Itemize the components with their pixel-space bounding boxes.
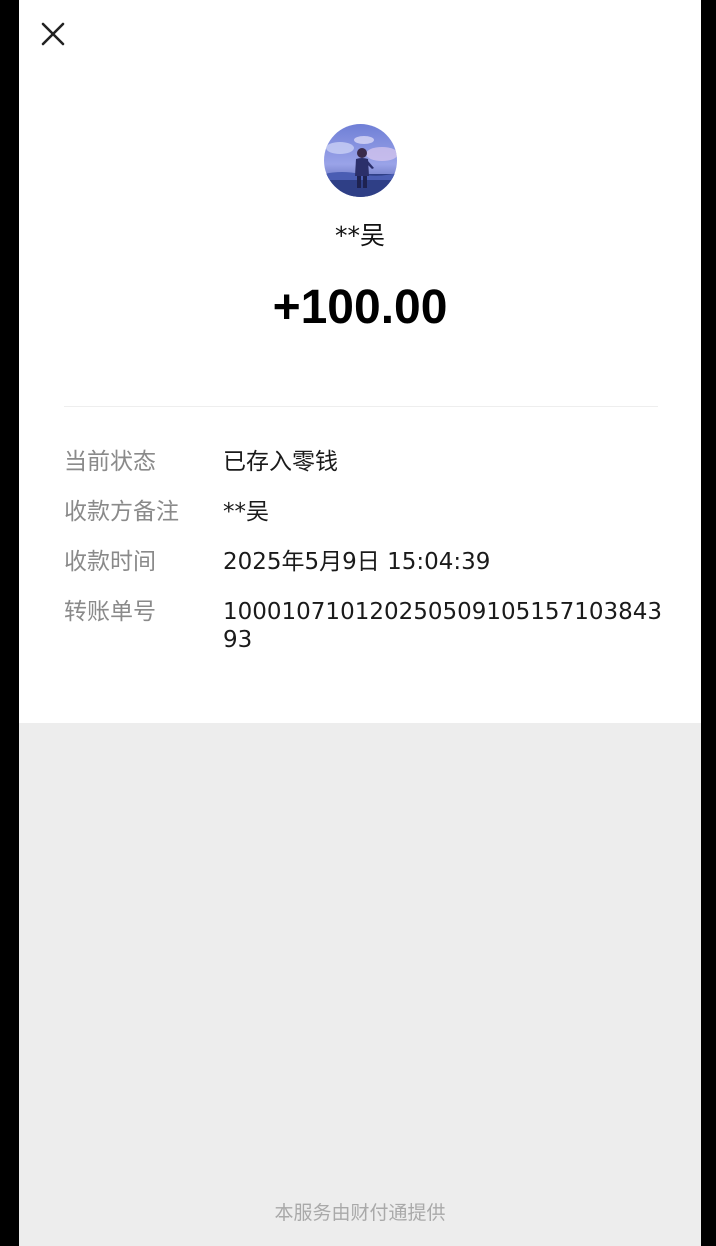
detail-value: **吴: [223, 499, 269, 525]
transfer-amount: +100.00: [272, 281, 448, 334]
detail-value: 已存入零钱: [223, 449, 338, 475]
service-provider-note: 本服务由财付通提供: [274, 1202, 446, 1224]
detail-label: 收款方备注: [64, 499, 179, 525]
detail-label: 当前状态: [64, 449, 156, 475]
detail-label: 收款时间: [64, 549, 156, 575]
transfer-detail-screen: **吴 +100.00 当前状态 已存入零钱 收款方备注 **吴 收款时间 20…: [19, 0, 701, 1246]
detail-label: 转账单号: [64, 599, 156, 625]
payer-name: **吴: [334, 221, 385, 250]
avatar[interactable]: [324, 124, 397, 197]
divider: [64, 406, 658, 407]
transaction-id-value[interactable]: 100010710120250509105157103843 93: [223, 594, 663, 654]
close-icon: [41, 22, 65, 46]
avatar-illustration: [324, 124, 397, 197]
detail-value: 2025年5月9日 15:04:39: [223, 549, 491, 575]
close-button[interactable]: [35, 16, 71, 52]
transfer-detail-card: **吴 +100.00 当前状态 已存入零钱 收款方备注 **吴 收款时间 20…: [19, 0, 701, 723]
